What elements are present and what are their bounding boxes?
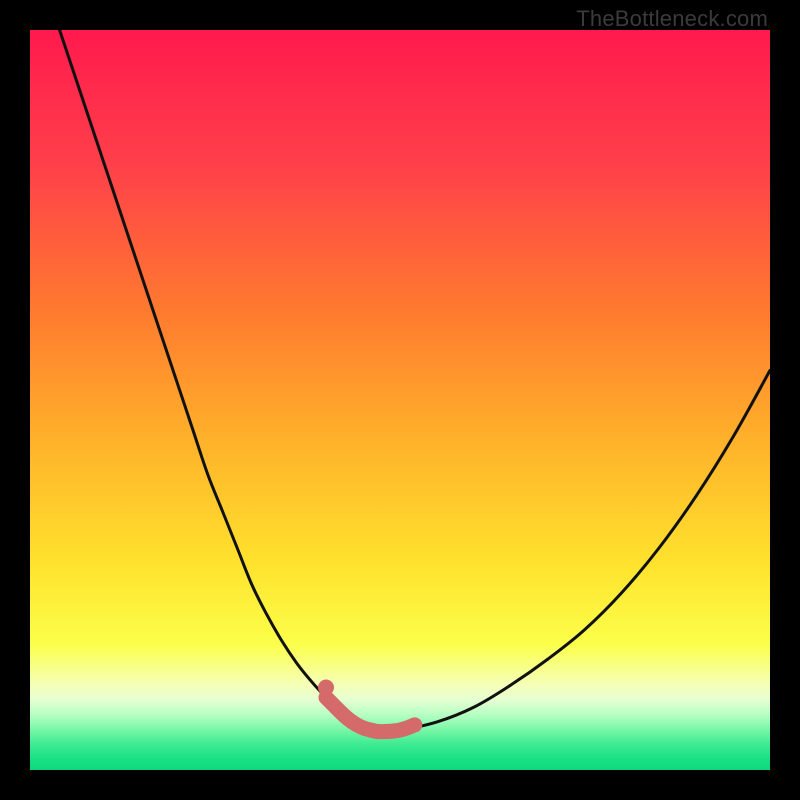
flat-bottom-marker	[326, 697, 415, 731]
bottleneck-curve	[60, 30, 770, 732]
watermark-text: TheBottleneck.com	[576, 6, 768, 32]
marker-start-dot	[318, 679, 334, 695]
curve-layer	[30, 30, 770, 770]
plot-area	[30, 30, 770, 770]
chart-frame: TheBottleneck.com	[0, 0, 800, 800]
